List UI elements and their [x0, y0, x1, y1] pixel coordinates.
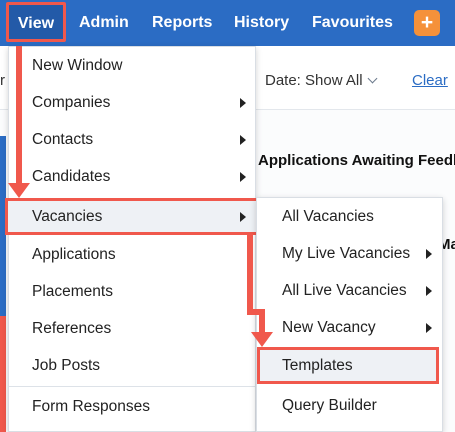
vacancies-submenu: All Vacancies My Live Vacancies All Live…: [256, 197, 443, 432]
submenu-item-templates[interactable]: Templates: [257, 347, 439, 384]
caret-right-icon: [426, 323, 432, 333]
menu-item-job-posts[interactable]: Job Posts: [9, 347, 255, 384]
caret-right-icon: [240, 98, 246, 108]
nav-view[interactable]: View: [6, 2, 66, 42]
menu-item-label: Placements: [32, 283, 113, 300]
menu-item-label: References: [32, 320, 112, 337]
menu-item-label: Candidates: [32, 168, 111, 185]
menu-item-label: Contacts: [32, 131, 94, 148]
date-filter-label: Date: Show All: [265, 72, 363, 89]
submenu-item-all-live-vacancies[interactable]: All Live Vacancies: [257, 272, 442, 309]
caret-right-icon: [240, 135, 246, 145]
view-dropdown-menu: New Window Companies Contacts Candidates…: [5, 46, 259, 432]
menu-item-label: Vacancies: [32, 208, 103, 225]
submenu-item-label: All Live Vacancies: [282, 282, 407, 299]
caret-right-icon: [240, 212, 246, 222]
submenu-item-all-vacancies[interactable]: All Vacancies: [257, 198, 442, 235]
menu-item-form-responses[interactable]: Form Responses: [9, 388, 255, 425]
menu-item-label: Job Posts: [32, 357, 101, 374]
panel-heading: Applications Awaiting Feedb: [258, 152, 455, 169]
menu-item-applications[interactable]: Applications: [9, 236, 255, 273]
menu-divider: [9, 386, 255, 387]
caret-right-icon: [240, 172, 246, 182]
add-button[interactable]: +: [414, 10, 440, 36]
menu-item-candidates[interactable]: Candidates: [9, 158, 255, 195]
nav-admin[interactable]: Admin: [79, 0, 129, 46]
menu-item-companies[interactable]: Companies: [9, 84, 255, 121]
submenu-item-label: All Vacancies: [282, 208, 374, 225]
menu-item-vacancies[interactable]: Vacancies: [5, 198, 259, 235]
menu-item-new-window[interactable]: New Window: [9, 47, 255, 84]
menu-item-label: Form Responses: [32, 398, 151, 415]
menu-item-label: New Window: [32, 57, 123, 74]
nav-reports[interactable]: Reports: [152, 0, 212, 46]
nav-history[interactable]: History: [234, 0, 289, 46]
nav-favourites[interactable]: Favourites: [312, 0, 393, 46]
top-nav-bar: View Admin Reports History Favourites +: [0, 0, 455, 46]
menu-item-contacts[interactable]: Contacts: [9, 121, 255, 158]
left-accent-bar-red: [0, 316, 6, 432]
caret-right-icon: [426, 249, 432, 259]
date-filter-dropdown[interactable]: Date: Show All: [265, 72, 378, 89]
menu-item-label: Applications: [32, 246, 116, 263]
menu-item-label: Companies: [32, 94, 111, 111]
caret-right-icon: [426, 286, 432, 296]
chevron-down-icon: [367, 73, 378, 84]
submenu-item-new-vacancy[interactable]: New Vacancy: [257, 309, 442, 346]
menu-item-references[interactable]: References: [9, 310, 255, 347]
partial-label: r: [0, 72, 5, 89]
menu-item-placements[interactable]: Placements: [9, 273, 255, 310]
submenu-item-query-builder[interactable]: Query Builder: [257, 387, 442, 424]
submenu-item-my-live-vacancies[interactable]: My Live Vacancies: [257, 235, 442, 272]
submenu-item-label: My Live Vacancies: [282, 245, 411, 262]
submenu-item-label: New Vacancy: [282, 319, 376, 336]
submenu-item-label: Query Builder: [282, 397, 377, 414]
clear-link[interactable]: Clear: [412, 72, 448, 89]
submenu-item-label: Templates: [282, 357, 353, 374]
